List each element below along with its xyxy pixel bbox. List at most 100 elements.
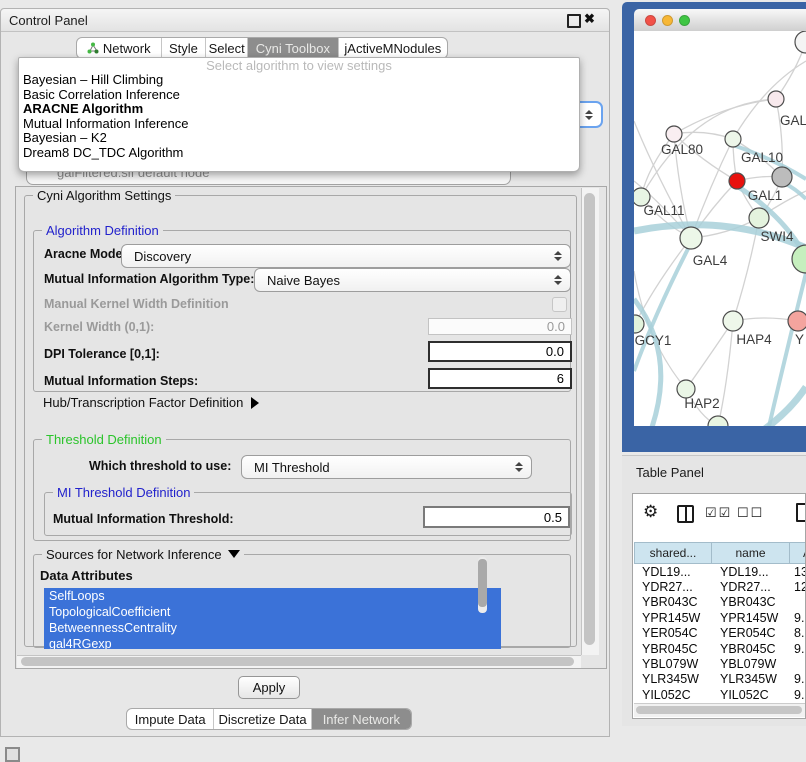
table-row[interactable]: YIL052CYIL052C9. bbox=[634, 687, 806, 702]
minimize-window-icon[interactable] bbox=[662, 15, 673, 26]
hub-definition-toggle[interactable]: Hub/Transcription Factor Definition bbox=[43, 395, 259, 410]
tab-network-label: Network bbox=[103, 41, 151, 56]
unselect-all-columns-icon[interactable]: ☐☐ bbox=[737, 505, 764, 521]
control-panel-tabs: Network Style Select Cyni Toolbox jActiv… bbox=[76, 37, 448, 59]
table-row[interactable]: YDL19...YDL19...13 bbox=[634, 564, 806, 579]
network-node[interactable] bbox=[795, 31, 806, 53]
which-threshold-combobox[interactable]: MI Threshold bbox=[241, 455, 532, 479]
tab-impute-data[interactable]: Impute Data bbox=[127, 709, 214, 729]
column-header-partial[interactable]: A bbox=[790, 542, 806, 564]
table-cell: YPR145W bbox=[712, 611, 790, 625]
table-row[interactable]: YPR145WYPR145W9. bbox=[634, 610, 806, 625]
table-row[interactable]: YBR045CYBR045C9. bbox=[634, 641, 806, 656]
network-node-gal[interactable] bbox=[768, 91, 784, 107]
data-attribute-item[interactable]: gal4RGexp bbox=[44, 636, 501, 649]
network-node-swi4[interactable] bbox=[749, 208, 769, 228]
close-icon[interactable]: ✖ bbox=[584, 11, 595, 27]
which-threshold-value: MI Threshold bbox=[242, 460, 515, 475]
cyni-bottom-tabs: Impute Data Discretize Data Infer Networ… bbox=[126, 708, 412, 730]
desktop: Control Panel ✖ Network Style Select Cyn… bbox=[0, 0, 806, 762]
data-attribute-item[interactable]: BetweennessCentrality bbox=[44, 620, 501, 636]
algorithm-option[interactable]: Dream8 DC_TDC Algorithm bbox=[19, 146, 579, 161]
table-cell: YLR345W bbox=[634, 672, 712, 686]
manual-kernel-width-checkbox[interactable] bbox=[552, 297, 567, 312]
table-horizontal-scrollbar-thumb[interactable] bbox=[636, 706, 802, 714]
column-header-shared-name[interactable]: shared... bbox=[634, 542, 712, 564]
mi-steps-field[interactable]: 6 bbox=[428, 368, 572, 389]
table-row[interactable]: YBR043CYBR043C bbox=[634, 595, 806, 610]
network-canvas[interactable]: GALGAL80GAL10GAL1SWI4GAL11GAL4GCY1HAP4YH… bbox=[634, 31, 806, 426]
table-row[interactable]: YER054CYER054C8. bbox=[634, 626, 806, 641]
data-attribute-item[interactable]: SelfLoops bbox=[44, 588, 501, 604]
tab-discretize-data[interactable]: Discretize Data bbox=[214, 709, 311, 729]
network-node-y[interactable] bbox=[788, 311, 806, 331]
table-cell: YPR145W bbox=[634, 611, 712, 625]
network-node-label: SWI4 bbox=[760, 229, 793, 244]
network-edge[interactable] bbox=[634, 121, 691, 238]
settings-vertical-scrollbar-thumb[interactable] bbox=[584, 193, 595, 645]
network-edge[interactable] bbox=[674, 99, 776, 134]
table-cell: YBR043C bbox=[712, 595, 790, 609]
panel-grip-icon[interactable] bbox=[5, 747, 20, 762]
network-node-gal1[interactable] bbox=[729, 173, 745, 189]
tab-select[interactable]: Select bbox=[206, 38, 248, 58]
combo-spinner-icon bbox=[585, 110, 593, 120]
sources-title: Sources for Network Inference bbox=[42, 547, 244, 562]
network-node-gcy1[interactable] bbox=[634, 315, 644, 333]
cyni-algorithm-settings-title: Cyni Algorithm Settings bbox=[33, 188, 175, 203]
close-window-icon[interactable] bbox=[645, 15, 656, 26]
kernel-width-field[interactable]: 0.0 bbox=[428, 318, 572, 335]
algorithm-option[interactable]: Basic Correlation Inference bbox=[19, 88, 579, 103]
tab-infer-network[interactable]: Infer Network bbox=[312, 709, 411, 729]
table-cell: YDR27... bbox=[712, 580, 790, 594]
mi-algorithm-type-label: Mutual Information Algorithm Type: bbox=[44, 272, 254, 286]
algorithm-definition-title: Algorithm Definition bbox=[42, 223, 163, 238]
tab-style[interactable]: Style bbox=[162, 38, 207, 58]
float-panel-icon[interactable] bbox=[567, 14, 581, 28]
algorithm-option[interactable]: Bayesian – K2 bbox=[19, 131, 579, 146]
data-attributes-list[interactable]: SelfLoopsTopologicalCoefficientBetweenne… bbox=[44, 588, 501, 649]
maximize-window-icon[interactable] bbox=[679, 15, 690, 26]
algorithm-option[interactable]: ARACNE Algorithm bbox=[19, 102, 579, 117]
select-all-columns-icon[interactable]: ☑☑ bbox=[705, 505, 732, 521]
network-node-gal4[interactable] bbox=[680, 227, 702, 249]
apply-button[interactable]: Apply bbox=[238, 676, 300, 699]
mi-threshold-field[interactable]: 0.5 bbox=[423, 506, 570, 528]
algorithm-option[interactable]: Mutual Information Inference bbox=[19, 117, 579, 132]
list-scrollbar-thumb[interactable] bbox=[478, 559, 487, 607]
table-cell: YLR345W bbox=[712, 672, 790, 686]
network-edge[interactable] bbox=[674, 132, 733, 139]
network-node[interactable] bbox=[708, 416, 728, 426]
table-row[interactable]: YBL079WYBL079W bbox=[634, 656, 806, 671]
settings-horizontal-scrollbar-thumb[interactable] bbox=[21, 657, 574, 666]
columns-icon[interactable] bbox=[677, 505, 694, 523]
network-node-gal10[interactable] bbox=[725, 131, 741, 147]
table-row[interactable]: YLR345WYLR345W9. bbox=[634, 672, 806, 687]
control-panel-title: Control Panel bbox=[9, 13, 88, 28]
table-cell: YDL19... bbox=[634, 565, 712, 579]
aracne-mode-label: Aracne Mode: bbox=[44, 247, 127, 261]
table-row[interactable]: YDR27...YDR27...12 bbox=[634, 579, 806, 594]
network-node-hap4[interactable] bbox=[723, 311, 743, 331]
tab-cyni-toolbox[interactable]: Cyni Toolbox bbox=[248, 38, 339, 58]
network-node[interactable] bbox=[772, 167, 792, 187]
control-panel-titlebar[interactable]: Control Panel ✖ bbox=[1, 9, 609, 32]
data-attribute-item[interactable]: TopologicalCoefficient bbox=[44, 604, 501, 620]
collapse-arrow-icon bbox=[228, 550, 240, 558]
network-window-titlebar[interactable] bbox=[634, 9, 806, 32]
column-header-name[interactable]: name bbox=[712, 542, 790, 564]
algorithm-option[interactable]: Bayesian – Hill Climbing bbox=[19, 73, 579, 88]
aracne-mode-combobox[interactable]: Discovery bbox=[121, 244, 571, 268]
algorithm-dropdown-popup: Select algorithm to view settings Bayesi… bbox=[18, 57, 580, 172]
dpi-tolerance-field[interactable]: 0.0 bbox=[428, 341, 572, 362]
network-node[interactable] bbox=[792, 245, 806, 273]
tab-jactivemnodules[interactable]: jActiveMNodules bbox=[339, 38, 447, 58]
network-edge[interactable] bbox=[718, 321, 733, 426]
mi-algorithm-type-combobox[interactable]: Naive Bayes bbox=[254, 268, 571, 292]
mi-threshold-definition-title: MI Threshold Definition bbox=[53, 485, 194, 500]
gear-icon[interactable]: ⚙ bbox=[643, 502, 658, 522]
network-edge[interactable] bbox=[764, 273, 806, 426]
tab-network[interactable]: Network bbox=[77, 38, 162, 58]
network-node-gal80[interactable] bbox=[666, 126, 682, 142]
export-table-icon[interactable] bbox=[796, 503, 806, 522]
